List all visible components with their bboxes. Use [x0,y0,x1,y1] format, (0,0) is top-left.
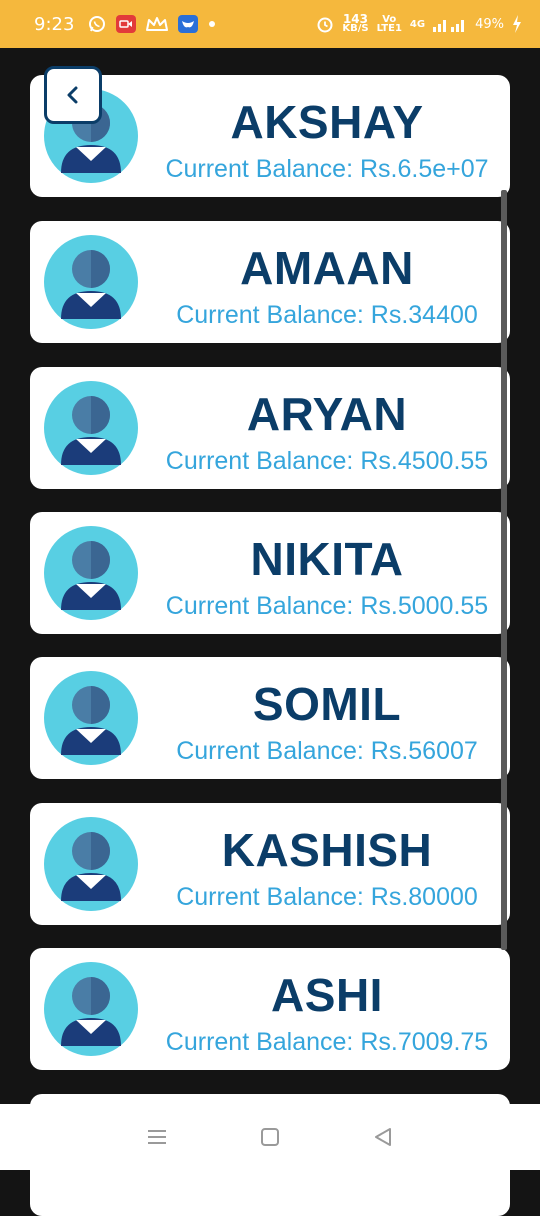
user-avatar-icon [44,526,138,620]
volte-bottom: LTE1 [376,23,402,34]
signal-icon [433,16,467,32]
customer-name: ASHI [271,969,383,1021]
battery-charging-icon [512,15,522,33]
dot-icon [208,20,216,28]
customer-card[interactable]: SOMIL Current Balance: Rs.56007 [30,657,510,779]
network-type-indicator: 4G [409,18,426,30]
customer-name: KASHISH [221,824,433,876]
video-record-icon [116,15,137,33]
customer-card[interactable]: AMAAN Current Balance: Rs.34400 [30,221,510,343]
customer-balance: Current Balance: Rs.80000 [176,883,478,911]
system-nav-bar [0,1104,540,1170]
customer-card[interactable]: NIKITA Current Balance: Rs.5000.55 [30,512,510,634]
net-speed: 143 KB/S [342,13,369,34]
user-avatar-icon [44,817,138,911]
crown-icon [146,16,169,32]
alarm-icon [316,15,334,33]
customer-balance: Current Balance: Rs.34400 [176,301,478,329]
scrollbar[interactable] [501,190,507,950]
user-avatar-icon [44,962,138,1056]
home-square-icon [260,1128,279,1146]
customer-balance: Current Balance: Rs.6.5e+07 [165,155,489,183]
customer-balance: Current Balance: Rs.5000.55 [165,592,489,620]
customer-balance: Current Balance: Rs.7009.75 [165,1028,489,1056]
back-button[interactable] [44,66,102,124]
network-type: 4G [409,18,426,30]
status-left: 9:23 [34,14,216,35]
user-avatar-icon [44,235,138,329]
customer-card[interactable]: ARYAN Current Balance: Rs.4500.55 [30,367,510,489]
battery-percent: 49% [475,16,504,32]
net-speed-unit: KB/S [342,23,369,34]
status-bar: 9:23 143 KB/S Vo LTE1 4G 49% [0,0,540,48]
volte-indicator: Vo LTE1 [376,15,402,34]
customer-balance: Current Balance: Rs.4500.55 [165,447,489,475]
customer-name: AMAAN [240,242,414,294]
customer-name: AKSHAY [230,96,424,148]
customer-name: ARYAN [246,388,408,440]
customer-card[interactable]: ASHI Current Balance: Rs.7009.75 [30,948,510,1070]
recent-apps-button[interactable] [137,1117,177,1157]
home-button[interactable] [250,1117,290,1157]
whatsapp-icon [88,15,106,33]
user-avatar-icon [44,671,138,765]
customer-name: SOMIL [252,678,402,730]
chevron-left-icon [67,86,78,104]
status-right: 143 KB/S Vo LTE1 4G 49% [316,13,522,34]
status-time: 9:23 [34,13,75,35]
back-nav-button[interactable] [363,1117,403,1157]
customer-card[interactable]: AKSHAY Current Balance: Rs.6.5e+07 [30,75,510,197]
customer-balance: Current Balance: Rs.56007 [176,737,478,765]
menu-icon [147,1130,166,1144]
back-triangle-icon [375,1128,392,1146]
user-avatar-icon [44,381,138,475]
customer-card[interactable]: KASHISH Current Balance: Rs.80000 [30,803,510,925]
bluesky-icon [178,15,199,33]
customer-name: NIKITA [250,533,404,585]
